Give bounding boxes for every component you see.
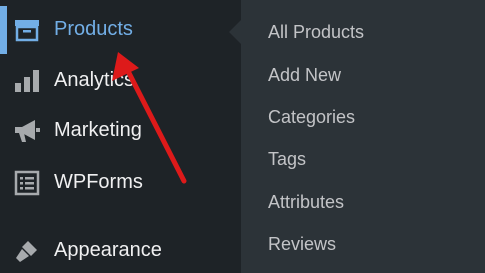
submenu-item-all-products[interactable]: All Products	[268, 20, 364, 44]
screenshot-frame: Products Analytics Marketing WPForms App…	[0, 0, 485, 273]
submenu-item-attributes[interactable]: Attributes	[268, 190, 344, 214]
sidebar-item-label: Marketing	[54, 119, 142, 141]
products-flyout-submenu: All Products Add New Categories Tags Att…	[241, 0, 485, 273]
submenu-item-categories[interactable]: Categories	[268, 105, 355, 129]
submenu-pointer-notch	[229, 20, 241, 44]
paintbrush-icon	[13, 237, 41, 265]
sidebar-item-analytics[interactable]: Analytics	[0, 57, 241, 103]
sidebar-item-label: Analytics	[54, 69, 135, 91]
submenu-item-reviews[interactable]: Reviews	[268, 232, 336, 256]
sidebar-item-marketing[interactable]: Marketing	[0, 107, 241, 153]
bar-chart-icon	[13, 67, 41, 95]
archive-box-icon	[13, 16, 41, 44]
active-indicator-bar	[0, 6, 7, 54]
sidebar-item-appearance[interactable]: Appearance	[0, 227, 241, 273]
sidebar-item-products[interactable]: Products	[0, 6, 241, 54]
form-icon	[13, 169, 41, 197]
admin-sidebar-menu: Products Analytics Marketing WPForms App…	[0, 0, 241, 273]
submenu-item-tags[interactable]: Tags	[268, 147, 306, 171]
submenu-item-add-new[interactable]: Add New	[268, 63, 341, 87]
sidebar-item-label: WPForms	[54, 171, 143, 193]
sidebar-item-wpforms[interactable]: WPForms	[0, 159, 241, 205]
sidebar-item-label: Products	[54, 18, 133, 40]
sidebar-item-label: Appearance	[54, 239, 162, 261]
megaphone-icon	[13, 117, 41, 145]
